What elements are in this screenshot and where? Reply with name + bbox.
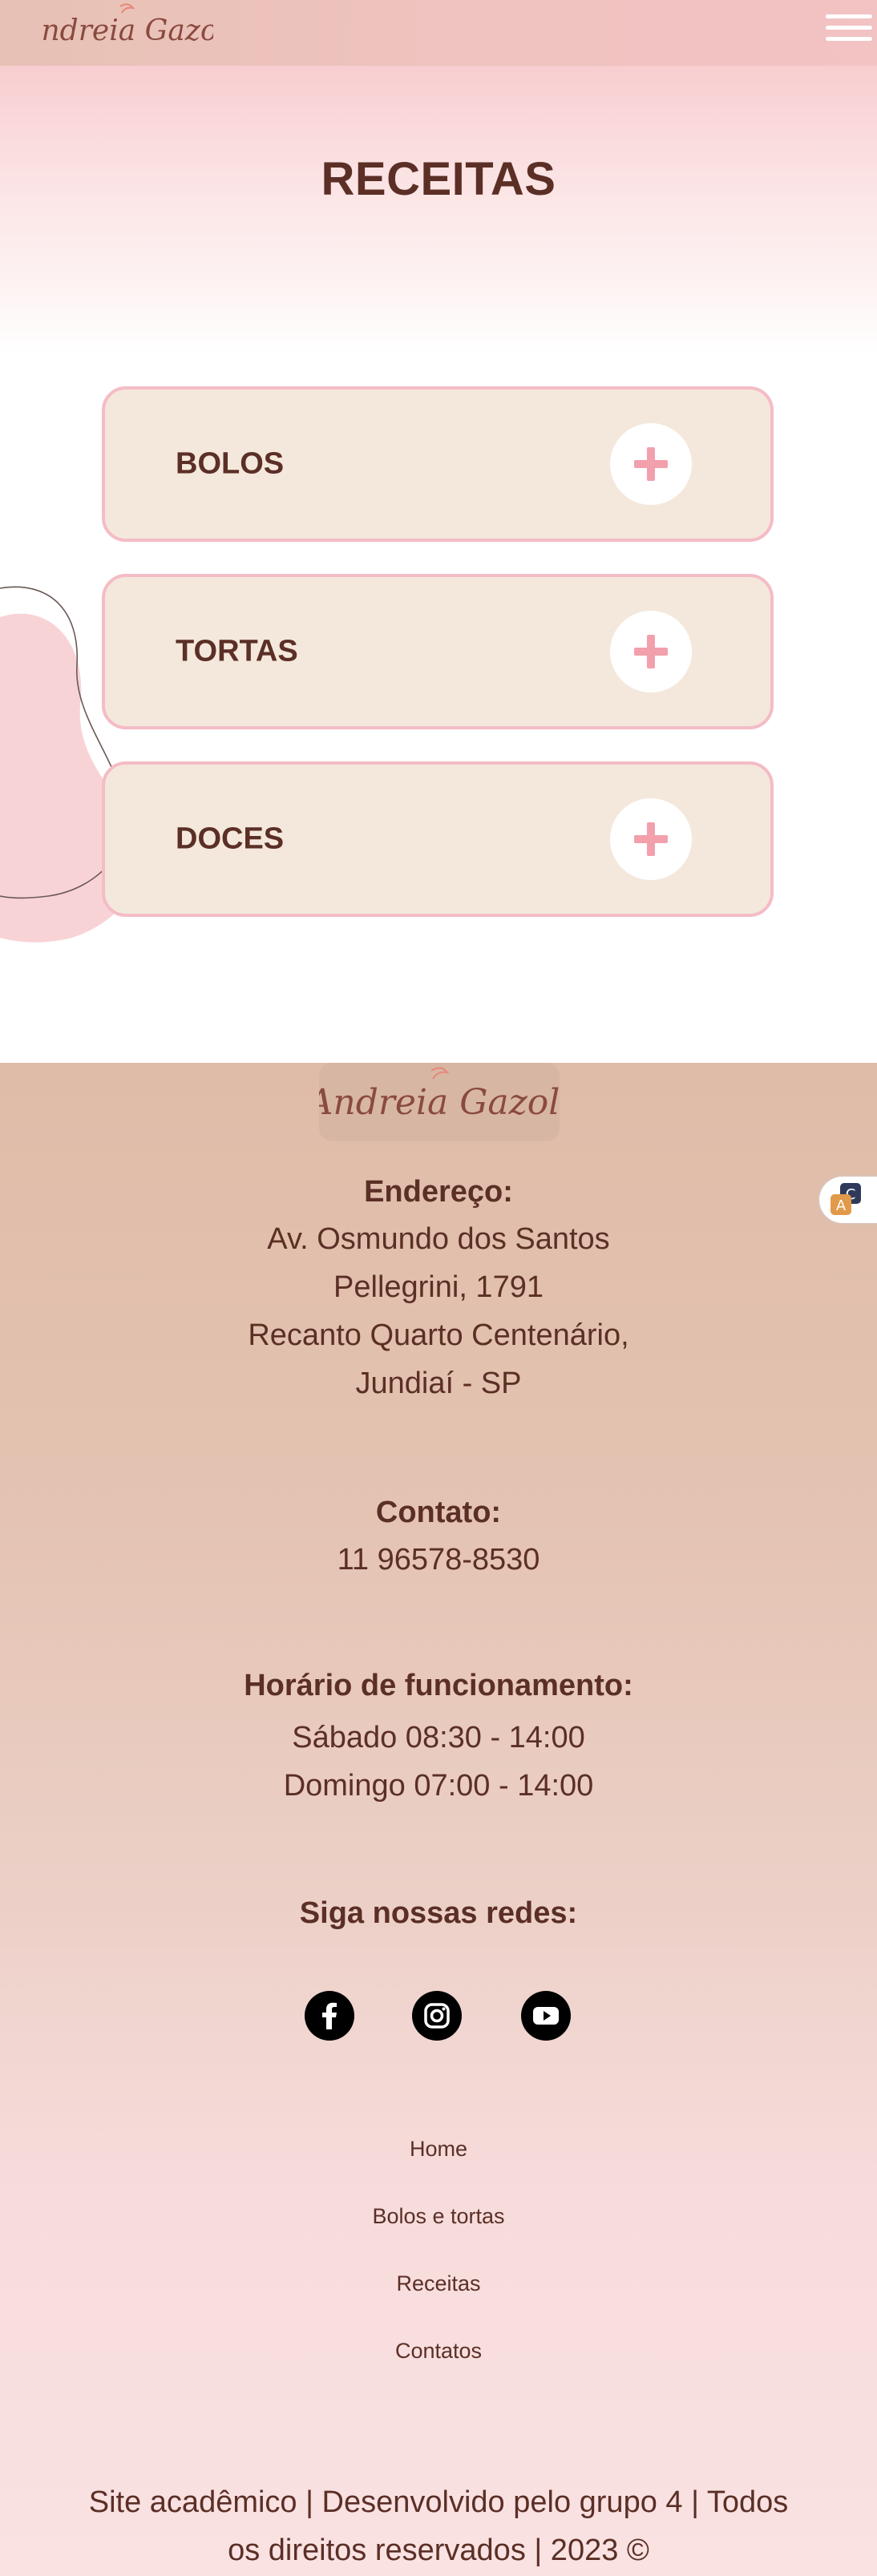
copyright-line: os direitos reservados | 2023 © [228, 2534, 649, 2567]
address-line: Recanto Quarto Centenário, [248, 1318, 629, 1352]
footer-link-home[interactable]: Home [0, 2137, 877, 2162]
footer-link-contatos[interactable]: Contatos [0, 2339, 877, 2364]
hamburger-menu-icon[interactable] [826, 11, 872, 45]
hero-banner [0, 66, 877, 354]
footer-link-bolos-e-tortas[interactable]: Bolos e tortas [0, 2204, 877, 2229]
hours-line: Domingo 07:00 - 14:00 [283, 1769, 594, 1803]
contact-heading: Contato: [375, 1496, 502, 1529]
plus-icon[interactable] [610, 611, 692, 692]
accordion-label: DOCES [176, 822, 285, 856]
brand-logo[interactable]: Andreia Gazoli [43, 0, 213, 63]
accordion-item-bolos[interactable]: BOLOS [102, 386, 774, 542]
youtube-icon[interactable] [521, 1991, 571, 2041]
address-line: Jundiaí - SP [355, 1367, 522, 1400]
hours-heading: Horário de funcionamento: [244, 1669, 633, 1702]
copyright-text: Site acadêmico | Desenvolvido pelo grupo… [48, 2478, 829, 2574]
hours-line: Sábado 08:30 - 14:00 [292, 1721, 585, 1754]
social-heading: Siga nossas redes: [299, 1896, 578, 1930]
facebook-icon[interactable] [305, 1991, 354, 2041]
instagram-icon[interactable] [412, 1991, 462, 2041]
footer-link-receitas[interactable]: Receitas [0, 2271, 877, 2296]
plus-icon[interactable] [610, 798, 692, 880]
page-title: RECEITAS [321, 153, 556, 205]
address-line: Av. Osmundo dos Santos [267, 1222, 610, 1256]
footer-logo-text: Andreia Gazoli [319, 1082, 560, 1123]
site-header: Andreia Gazoli [0, 0, 877, 66]
site-footer: Andreia Gazoli C A Endereço: Av. Osmundo… [0, 1063, 877, 2576]
copyright-line: Site acadêmico | Desenvolvido pelo grupo… [88, 2485, 789, 2519]
accordion-item-doces[interactable]: DOCES [102, 761, 774, 917]
plus-icon[interactable] [610, 423, 692, 505]
accordion-label: BOLOS [176, 446, 285, 481]
accordion-label: TORTAS [176, 634, 298, 668]
accordion-item-tortas[interactable]: TORTAS [102, 574, 774, 729]
address-line: Pellegrini, 1791 [333, 1270, 544, 1304]
address-heading: Endereço: [364, 1175, 513, 1209]
contact-phone: 11 96578-8530 [337, 1543, 540, 1577]
footer-logo[interactable]: Andreia Gazoli [319, 1063, 560, 1141]
logo-text: Andreia Gazoli [43, 14, 213, 47]
